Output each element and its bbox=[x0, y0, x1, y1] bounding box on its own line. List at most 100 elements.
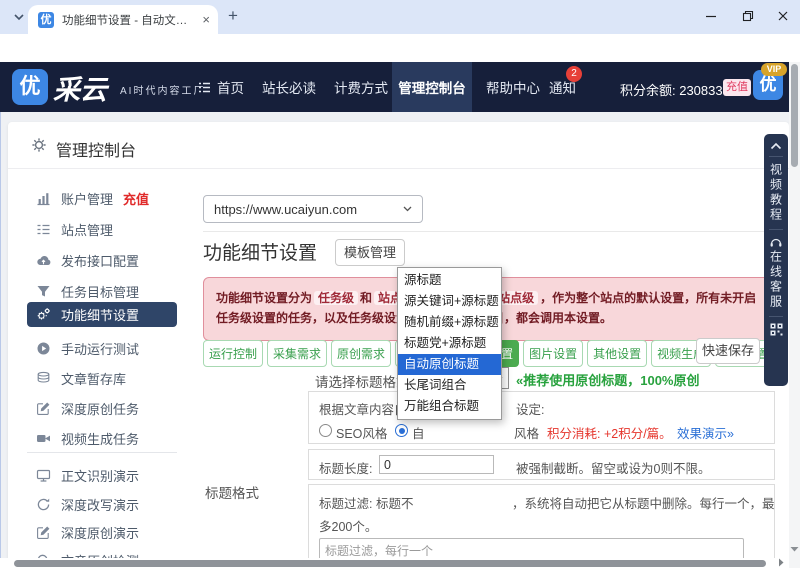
gears-icon bbox=[36, 307, 51, 322]
title-format-group-label: 标题格式 bbox=[205, 482, 259, 502]
sidebar-item-sites[interactable]: 站点管理 bbox=[27, 217, 177, 241]
auto-style-radio[interactable] bbox=[395, 424, 408, 437]
sidebar-item-article-storage[interactable]: 文章暂存库 bbox=[27, 366, 177, 390]
browser-tab-strip: 优 功能细节设置 - 自动文章采集器 × + bbox=[0, 0, 800, 34]
sidebar-item-account[interactable]: 账户管理 充值 bbox=[27, 186, 177, 210]
nav-item-help[interactable]: 帮助中心 bbox=[486, 62, 540, 112]
tab-collect[interactable]: 采集需求 bbox=[267, 340, 327, 367]
tab-run-control[interactable]: 运行控制 bbox=[203, 340, 263, 367]
floating-toolbar: 视频教程 在线客服 bbox=[764, 134, 788, 386]
title-length-note: 被强制截断。留空或设为0则不限。 bbox=[516, 458, 710, 477]
sidebar-label: 文章暂存库 bbox=[61, 369, 126, 388]
divider bbox=[8, 168, 789, 169]
sidebar-label: 任务目标管理 bbox=[61, 282, 139, 301]
video-tutorial-link[interactable]: 视频教程 bbox=[768, 163, 785, 223]
recharge-button[interactable]: 充值 bbox=[723, 79, 751, 96]
page-title: 管理控制台 bbox=[56, 137, 136, 161]
divider bbox=[769, 229, 783, 230]
tab-search-icon[interactable] bbox=[10, 8, 28, 26]
bar-chart-icon bbox=[36, 191, 51, 206]
sidebar-item-content-demo[interactable]: 正文识别演示 bbox=[27, 463, 177, 487]
sidebar-label: 账户管理 bbox=[61, 189, 113, 208]
scroll-down-arrow[interactable] bbox=[790, 546, 799, 553]
title-length-input[interactable] bbox=[379, 455, 494, 474]
auto-title-box: 根据文章内容自动 设定: SEO风格 自 风格 积分消耗: +2积分/篇。 效果… bbox=[308, 391, 775, 444]
qr-code-icon[interactable] bbox=[770, 323, 783, 336]
tab-original[interactable]: 原创需求 bbox=[331, 340, 391, 367]
option-longtail[interactable]: 长尾词组合 bbox=[398, 375, 501, 396]
sidebar-label: 正文识别演示 bbox=[61, 466, 139, 485]
gear-icon bbox=[30, 136, 48, 154]
recharge-badge[interactable]: 充值 bbox=[123, 189, 149, 208]
nav-item-home[interactable]: 首页 bbox=[198, 62, 244, 112]
sidebar-label: 手动运行测试 bbox=[61, 339, 139, 358]
divider bbox=[769, 156, 783, 157]
site-tagline: AI时代内容工厂 bbox=[120, 82, 205, 97]
sidebar-item-manual-test[interactable]: 手动运行测试 bbox=[27, 336, 177, 360]
horizontal-scrollbar[interactable] bbox=[0, 558, 789, 568]
effect-demo-link[interactable]: 效果演示» bbox=[677, 423, 734, 442]
list-icon bbox=[198, 82, 211, 93]
vertical-scrollbar[interactable] bbox=[789, 62, 800, 568]
sidebar-item-feature-settings[interactable]: 功能细节设置 bbox=[27, 302, 177, 327]
tab-title: 功能细节设置 - 自动文章采集器 bbox=[62, 12, 190, 28]
sidebar-item-task-targets[interactable]: 任务目标管理 bbox=[27, 279, 177, 303]
divider bbox=[769, 316, 783, 317]
play-icon bbox=[36, 341, 51, 356]
sidebar-item-original-demo[interactable]: 深度原创演示 bbox=[27, 520, 177, 544]
sidebar-item-video-task[interactable]: 视频生成任务 bbox=[27, 426, 177, 450]
refresh-icon bbox=[36, 497, 51, 512]
headset-icon bbox=[769, 236, 783, 248]
seo-style-radio[interactable] bbox=[319, 424, 332, 437]
online-service-link[interactable]: 在线客服 bbox=[768, 250, 785, 310]
edit-icon bbox=[36, 525, 51, 540]
option-random-prefix[interactable]: 随机前缀+源标题 bbox=[398, 312, 501, 333]
tab-image[interactable]: 图片设置 bbox=[523, 340, 583, 367]
sidebar-label: 功能细节设置 bbox=[61, 305, 139, 324]
notification-count-badge: 2 bbox=[566, 66, 582, 82]
window-close-button[interactable] bbox=[766, 0, 800, 32]
template-manage-button[interactable]: 模板管理 bbox=[335, 239, 405, 266]
auto-style-label: 自 bbox=[412, 423, 425, 442]
title-filter-desc-tail: ，系统将自动把它从标题中删除。每行一个，最 bbox=[512, 493, 775, 512]
site-logo-text[interactable]: 采云 bbox=[53, 68, 107, 107]
sidebar-item-deep-original-task[interactable]: 深度原创任务 bbox=[27, 396, 177, 420]
option-clickbait[interactable]: 标题党+源标题 bbox=[398, 333, 501, 354]
window-minimize-button[interactable] bbox=[694, 0, 728, 32]
quick-save-button[interactable]: 快速保存 bbox=[696, 338, 760, 364]
site-logo-icon[interactable]: 优 bbox=[12, 69, 48, 105]
back-to-top-button[interactable] bbox=[770, 142, 782, 150]
option-keyword-source-title[interactable]: 源关键词+源标题 bbox=[398, 291, 501, 312]
site-selector[interactable]: https://www.ucaiyun.com bbox=[203, 195, 423, 223]
sidebar-label: 站点管理 bbox=[61, 220, 113, 239]
option-auto-original[interactable]: 自动原创标题 bbox=[398, 354, 501, 375]
window-restore-button[interactable] bbox=[731, 0, 765, 32]
vertical-scrollbar-thumb[interactable] bbox=[791, 64, 798, 167]
task-level-tag: 任务级 bbox=[314, 291, 358, 305]
option-universal[interactable]: 万能组合标题 bbox=[398, 396, 501, 417]
browser-window: 优 功能细节设置 - 自动文章采集器 × + ucaiyun.com/caiji… bbox=[0, 0, 800, 568]
site-selector-value: https://www.ucaiyun.com bbox=[214, 202, 357, 217]
sidebar-label: 发布接口配置 bbox=[61, 251, 139, 270]
browser-tab[interactable]: 优 功能细节设置 - 自动文章采集器 × bbox=[28, 5, 218, 34]
notice-text: 功能细节设置分为 bbox=[216, 291, 312, 305]
sidebar-label: 深度改写演示 bbox=[61, 495, 139, 514]
nav-label: 管理控制台 bbox=[398, 77, 466, 97]
horizontal-scrollbar-thumb[interactable] bbox=[14, 560, 766, 567]
sidebar-item-rewrite-demo[interactable]: 深度改写演示 bbox=[27, 492, 177, 516]
title-filter-desc-line2: 多200个。 bbox=[319, 516, 377, 535]
site-header: 优 采云 AI时代内容工厂 首页 站长必读 计费方式 管理控制台 帮助中心 通知… bbox=[0, 62, 800, 112]
tab-close-icon[interactable]: × bbox=[202, 13, 210, 26]
nav-item-pricing[interactable]: 计费方式 bbox=[334, 62, 388, 112]
scroll-right-arrow[interactable] bbox=[778, 558, 785, 567]
new-tab-button[interactable]: + bbox=[228, 6, 238, 26]
notice-text: 和 bbox=[360, 291, 372, 305]
points-balance: 积分余额: 2308333 bbox=[620, 80, 730, 99]
nav-item-console[interactable]: 管理控制台 bbox=[392, 62, 472, 112]
nav-label: 计费方式 bbox=[334, 77, 388, 97]
tab-other[interactable]: 其他设置 bbox=[587, 340, 647, 367]
sidebar-item-publish-api[interactable]: 发布接口配置 bbox=[27, 248, 177, 272]
option-source-title[interactable]: 源标题 bbox=[398, 270, 501, 291]
nav-item-must-read[interactable]: 站长必读 bbox=[262, 62, 316, 112]
nav-label: 站长必读 bbox=[262, 77, 316, 97]
